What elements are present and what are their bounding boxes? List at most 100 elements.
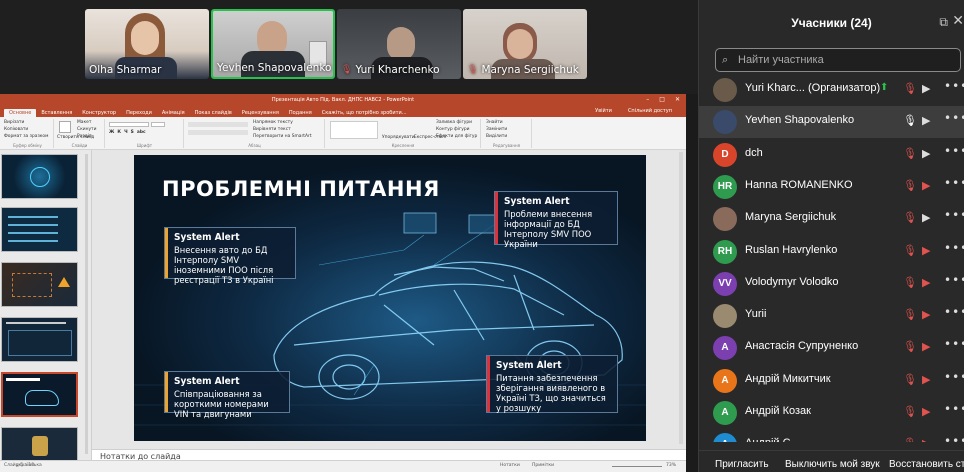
more-options-icon[interactable]: ••• [944,176,964,190]
slide-thumbnail[interactable] [1,317,78,362]
camera-off-icon[interactable]: ▶ [922,340,930,353]
mic-muted-icon[interactable]: 🎙 [903,244,917,257]
slide-thumbnail-selected[interactable] [1,372,78,417]
format-painter-button[interactable]: Формат за зразком [4,134,48,139]
zoom-slider[interactable] [612,466,662,467]
tab-slideshow[interactable]: Показ слайдів [190,109,237,117]
alert-box-4[interactable]: System Alert Питання забезпечення зберіг… [486,355,618,413]
tab-design[interactable]: Конструктор [77,109,121,117]
mic-muted-icon[interactable]: 🎙 [903,340,917,353]
tab-insert[interactable]: Вставлення [36,109,77,117]
more-options-icon[interactable]: ••• [944,273,964,287]
reset-button[interactable]: Скинути [77,127,96,132]
shape-effects-button[interactable]: Ефекти для фігур [436,134,477,139]
tab-review[interactable]: Рецензування [237,109,284,117]
more-options-icon[interactable]: ••• [944,370,964,384]
font-size-select[interactable] [151,122,165,127]
participant-row[interactable]: А Андрій С... 🎙 ▶ ••• [699,429,964,442]
sign-in-link[interactable]: Увійти [590,107,617,115]
slide-thumbnail[interactable] [1,427,78,460]
participant-row[interactable]: Ddch 🎙 ▶ ••• [699,139,964,171]
smartart-button[interactable]: Перетворити на SmartArt [253,134,312,139]
camera-off-icon[interactable]: ▶ [922,179,930,192]
slide-thumbnails-pane[interactable] [0,150,92,460]
close-icon[interactable]: ✕ [675,96,680,103]
slide-thumbnail[interactable] [1,154,78,199]
mic-muted-icon[interactable]: 🎙 [903,405,917,418]
camera-off-icon[interactable]: ▶ [922,276,930,289]
arrange-button[interactable]: Упорядкувати [382,135,415,140]
participant-row[interactable]: А Анастасія Супруненко 🎙 ▶ ••• [699,332,964,364]
tab-animations[interactable]: Анімація [157,109,190,117]
maximize-icon[interactable]: □ [659,96,665,103]
mic-muted-icon[interactable]: 🎙 [903,437,917,442]
cut-button[interactable]: Вирізати [4,120,24,125]
camera-icon[interactable]: ▶ [922,82,930,95]
section-button[interactable]: Розділ [77,134,92,139]
close-icon[interactable]: ✕ [952,13,964,29]
slide-thumbnail[interactable] [1,262,78,307]
alert-box-1[interactable]: System Alert Внесення авто до БД Інтерпо… [164,227,296,285]
replace-button[interactable]: Замінити [486,127,507,132]
shape-fill-button[interactable]: Заливка фігури [436,120,472,125]
select-button[interactable]: Виділити [486,134,507,139]
more-options-icon[interactable]: ••• [944,208,964,222]
find-button[interactable]: Знайти [486,120,503,125]
notes-toggle[interactable]: Нотатки [500,463,520,468]
camera-icon[interactable]: ▶ [922,147,930,160]
more-options-icon[interactable]: ••• [944,434,964,442]
shape-outline-button[interactable]: Контур фігури [436,127,470,132]
participant-row[interactable]: А Андрій Микитчик 🎙 ▶ ••• [699,365,964,397]
video-tile[interactable]: 🎙 Yuri Kharchenko [337,9,461,79]
participant-row[interactable]: Yuri Kharc... (Организатор)⬆ 🎙 ▶ ••• [699,74,964,106]
mic-muted-icon[interactable]: 🎙 [903,276,917,289]
current-slide[interactable]: ПРОБЛЕМНІ ПИТАННЯ System Alert Внесення … [134,155,646,441]
share-button[interactable]: Спільний доступ [623,107,677,115]
shared-screen-powerpoint[interactable]: Презентація Авто Під. Вакл. ДНПС НАВС2 -… [0,94,686,472]
alert-box-2[interactable]: System Alert Співпраціювання за коротким… [164,371,290,419]
language-indicator[interactable]: українська [16,463,42,468]
mic-muted-icon[interactable]: 🎙 [903,308,917,321]
new-slide-icon[interactable] [59,121,71,133]
camera-off-icon[interactable]: ▶ [922,373,930,386]
participant-row[interactable]: Maryna Sergiichuk 🎙 ▶ ••• [699,203,964,235]
align-text-button[interactable]: Вирівняти текст [253,127,291,132]
tell-me-box[interactable]: Скажіть, що потрібно зробити... [317,109,412,117]
more-options-icon[interactable]: ••• [944,241,964,255]
shapes-gallery[interactable] [330,121,378,139]
more-options-icon[interactable]: ••• [944,144,964,158]
restore-button[interactable]: Восстановить ст [889,459,964,470]
more-options-icon[interactable]: ••• [944,337,964,351]
slide-thumbnail[interactable] [1,207,78,252]
camera-icon[interactable]: ▶ [922,211,930,224]
canvas-scrollbar[interactable] [679,152,683,444]
mic-muted-icon[interactable]: 🎙 [903,82,917,95]
participant-row[interactable]: Yevhen Shapovalenko 🎙 ▶ ••• [699,106,964,139]
comments-toggle[interactable]: Примітки [532,463,554,468]
slide-title[interactable]: ПРОБЛЕМНІ ПИТАННЯ [162,177,440,201]
font-family-select[interactable] [109,122,149,127]
layout-button[interactable]: Макет [77,120,91,125]
align-buttons[interactable] [188,130,248,135]
more-options-icon[interactable]: ••• [944,111,964,125]
participant-row[interactable]: VV Volodymyr Volodko 🎙 ▶ ••• [699,268,964,300]
mute-me-button[interactable]: Выключить мой звук [785,459,880,470]
zoom-level[interactable]: 73% [666,463,676,468]
text-direction-button[interactable]: Напрямок тексту [253,120,293,125]
invite-button[interactable]: Пригласить [715,459,769,470]
more-options-icon[interactable]: ••• [944,402,964,416]
camera-off-icon[interactable]: ▶ [922,437,930,442]
participant-row[interactable]: Yurii 🎙 ▶ ••• [699,300,964,332]
participant-row[interactable]: HR Hanna ROMANENKO 🎙 ▶ ••• [699,171,964,203]
copy-button[interactable]: Копіювати [4,127,28,132]
more-options-icon[interactable]: ••• [944,305,964,319]
tab-transitions[interactable]: Переходи [121,109,157,117]
participant-row[interactable]: RH Ruslan Havrylenko 🎙 ▶ ••• [699,236,964,268]
mic-muted-icon[interactable]: 🎙 [903,373,917,386]
camera-off-icon[interactable]: ▶ [922,405,930,418]
minimize-icon[interactable]: – [646,96,649,103]
slide-editor-canvas[interactable]: ПРОБЛЕМНІ ПИТАННЯ System Alert Внесення … [92,150,686,449]
video-tile[interactable]: 🎙 Maryna Sergiichuk [463,9,587,79]
tab-home[interactable]: Основне [4,109,37,117]
camera-icon[interactable]: ▶ [922,114,930,127]
